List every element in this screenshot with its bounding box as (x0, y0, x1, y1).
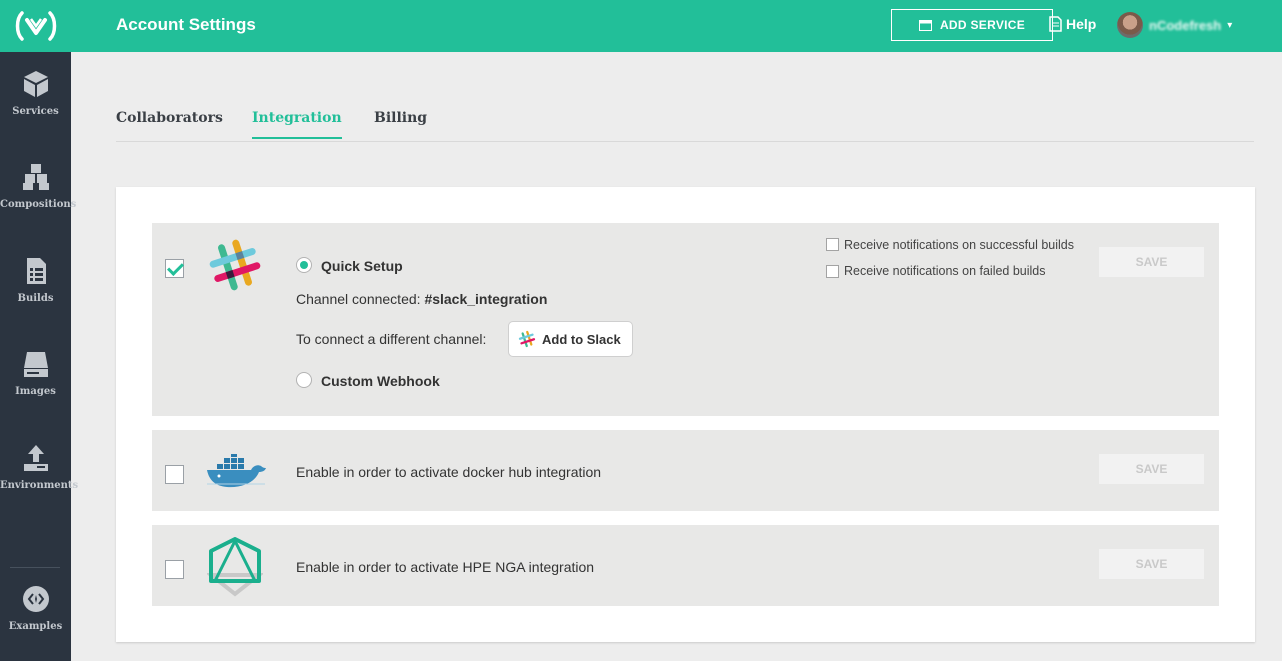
sidebar-item-builds[interactable]: Builds (0, 257, 71, 304)
slack-enable-checkbox[interactable] (165, 259, 184, 278)
docker-description: Enable in order to activate docker hub i… (296, 464, 602, 480)
sidebar-item-label: Examples (8, 621, 63, 632)
sidebar: Services Compositions Builds Images Envi… (0, 0, 79, 661)
docker-save-button[interactable]: SAVE (1099, 454, 1204, 484)
sidebar-item-services[interactable]: Services (0, 70, 71, 117)
nga-description: Enable in order to activate HPE NGA inte… (296, 559, 595, 575)
sidebar-item-compositions[interactable]: Compositions (0, 163, 77, 210)
quick-setup-label: Quick Setup (321, 258, 403, 274)
tab-integration[interactable]: Integration (252, 110, 342, 139)
help-label: Help (1066, 16, 1097, 32)
avatar (1117, 12, 1143, 38)
logo[interactable] (0, 0, 71, 52)
notify-failed-label: Receive notifications on failed builds (844, 264, 1046, 278)
code-circle-icon (22, 586, 49, 612)
chevron-down-icon: ▾ (1227, 19, 1233, 31)
sidebar-item-label: Environments (0, 480, 79, 491)
sidebar-item-label: Services (12, 106, 59, 117)
docker-enable-checkbox[interactable] (165, 465, 184, 484)
sidebar-item-images[interactable]: Images (0, 350, 71, 397)
sidebar-item-environments[interactable]: Environments (0, 444, 79, 491)
custom-webhook-radio[interactable] (296, 372, 312, 388)
cubes-icon (22, 164, 49, 190)
upload-icon (23, 445, 48, 471)
notify-success-label: Receive notifications on successful buil… (844, 238, 1074, 252)
codefresh-logo-icon (15, 11, 56, 41)
add-to-slack-label: Add to Slack (542, 331, 621, 347)
sidebar-item-examples[interactable]: Examples (0, 585, 71, 632)
nga-enable-checkbox[interactable] (165, 560, 184, 579)
add-to-slack-button[interactable]: Add to Slack (508, 321, 633, 357)
help-link[interactable]: Help (1049, 16, 1096, 32)
channel-name: #slack_integration (424, 291, 548, 307)
drive-icon (23, 352, 48, 377)
add-service-button[interactable]: ADD SERVICE (891, 9, 1053, 41)
custom-webhook-label: Custom Webhook (321, 373, 440, 389)
notify-failed-checkbox[interactable] (826, 265, 839, 278)
page-title: Account Settings (116, 15, 256, 34)
nga-save-button[interactable]: SAVE (1099, 549, 1204, 579)
document-icon (1049, 16, 1062, 32)
user-menu[interactable]: nCodefresh ▾ (1117, 12, 1232, 38)
nga-integration-panel: Enable in order to activate HPE NGA inte… (152, 525, 1219, 606)
connect-channel-text: To connect a different channel: (296, 331, 487, 347)
sidebar-item-label: Builds (17, 293, 54, 304)
slack-integration-panel: Quick Setup Channel connected: #slack_in… (152, 223, 1219, 416)
docker-integration-panel: Enable in order to activate docker hub i… (152, 430, 1219, 511)
document-list-icon (26, 258, 46, 284)
quick-setup-radio[interactable] (296, 257, 312, 273)
cube-icon (23, 71, 48, 97)
notify-success-checkbox[interactable] (826, 238, 839, 251)
add-service-label: ADD SERVICE (939, 18, 1026, 32)
sidebar-item-label: Images (15, 386, 56, 397)
sidebar-divider (10, 567, 60, 568)
docker-whale-icon (207, 454, 266, 488)
tab-collaborators[interactable]: Collaborators (116, 110, 223, 137)
channel-connected-prefix: Channel connected: (296, 291, 425, 307)
tab-billing[interactable]: Billing (374, 110, 427, 137)
sidebar-item-label: Compositions (0, 199, 77, 210)
username: nCodefresh (1149, 17, 1222, 33)
window-icon (918, 19, 932, 31)
slack-icon (518, 330, 536, 348)
settings-tabs: Collaborators Integration Billing (116, 100, 1254, 142)
slack-save-button[interactable]: SAVE (1099, 247, 1204, 277)
channel-connected-text: Channel connected: #slack_integration (296, 291, 547, 307)
top-bar: Account Settings ADD SERVICE Help nCodef… (71, 0, 1282, 52)
integrations-card: Quick Setup Channel connected: #slack_in… (116, 187, 1255, 642)
hpe-nga-logo-icon (207, 537, 263, 597)
slack-logo-icon (209, 239, 261, 291)
